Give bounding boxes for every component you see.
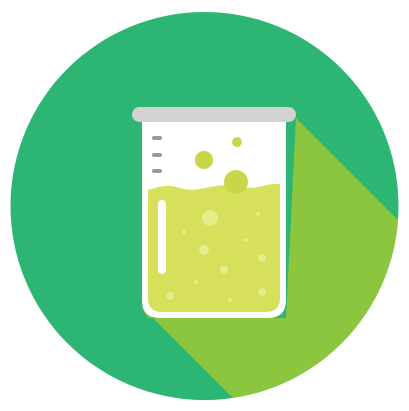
bubble — [228, 298, 232, 302]
measurement-tick — [152, 136, 162, 140]
bubble — [182, 230, 186, 234]
bubble — [224, 170, 248, 194]
bubble — [220, 266, 228, 274]
bubble — [195, 151, 213, 169]
bubble — [244, 238, 248, 242]
bubble — [258, 288, 266, 296]
glass-glare — [158, 200, 166, 274]
measurement-tick — [152, 153, 162, 157]
bubble — [256, 212, 260, 216]
bubble — [258, 254, 266, 262]
beaker-icon-canvas — [0, 0, 409, 411]
bubble — [194, 280, 198, 284]
bubble — [166, 292, 174, 300]
bubble — [232, 137, 242, 147]
bubble — [202, 210, 218, 226]
beaker-rim — [132, 107, 296, 122]
bubble — [199, 245, 209, 255]
beaker-icon — [10, 12, 399, 400]
measurement-tick — [152, 169, 162, 173]
